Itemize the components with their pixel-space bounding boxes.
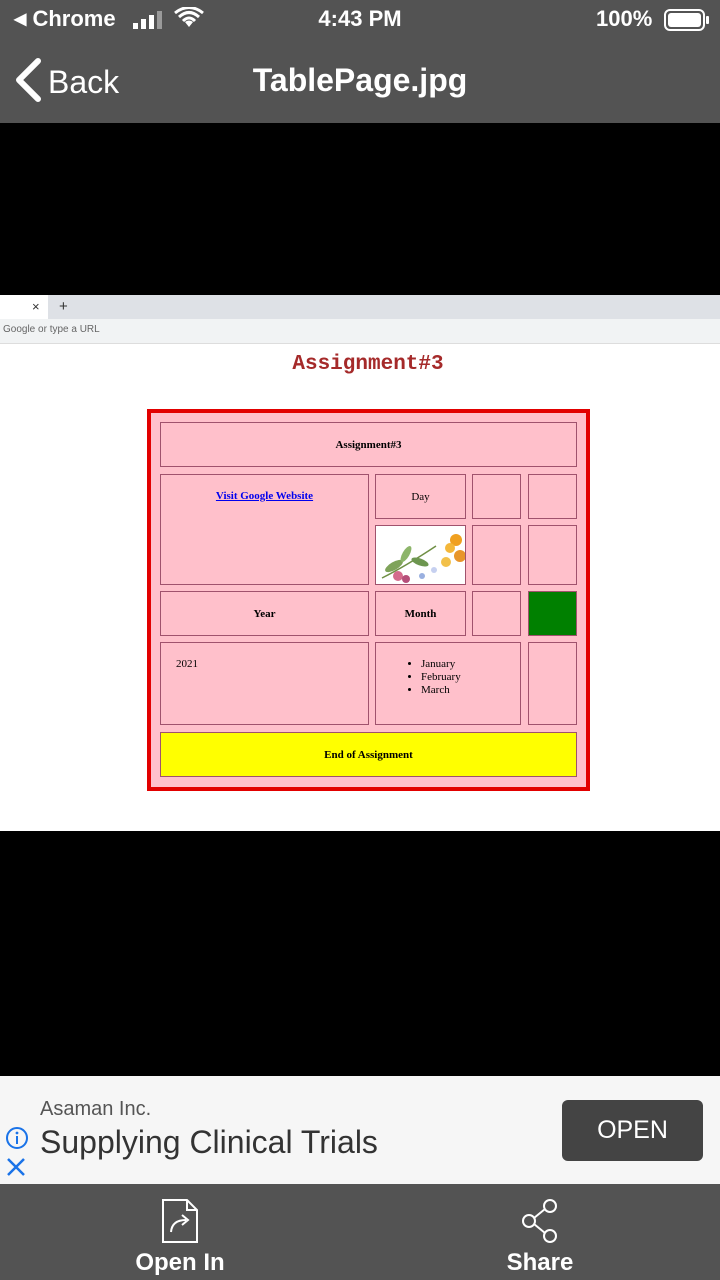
battery-percent: 100%: [596, 6, 653, 31]
year-value: 2021: [176, 658, 198, 670]
assignment-table: Assignment#3 Visit Google Website Day Ye…: [147, 409, 590, 791]
empty-cell: [528, 642, 577, 725]
open-in-icon: [160, 1199, 200, 1248]
empty-cell: [472, 474, 521, 519]
list-item: January: [421, 658, 461, 671]
share-label: Share: [506, 1249, 574, 1276]
empty-cell: [472, 525, 521, 585]
bottom-toolbar: Open In Share: [0, 1184, 720, 1280]
day-cell: Day: [375, 474, 466, 519]
image-content: × + Google or type a URL Assignment#3 As…: [0, 295, 720, 831]
month-header-cell: Month: [375, 591, 466, 636]
open-in-button[interactable]: Open In: [100, 1198, 260, 1277]
ad-advertiser: Asaman Inc.: [40, 1098, 152, 1120]
months-list: January February March: [376, 658, 461, 697]
ad-headline[interactable]: Supplying Clinical Trials: [40, 1124, 378, 1161]
page-title: TablePage.jpg: [252, 62, 468, 98]
new-tab-icon: +: [59, 298, 68, 315]
list-item: March: [421, 684, 461, 697]
months-cell: January February March: [375, 642, 521, 725]
share-button[interactable]: Share: [460, 1198, 620, 1277]
info-icon[interactable]: [5, 1126, 29, 1155]
list-item: February: [421, 671, 461, 684]
status-bar: ◀ Chrome 4:43 PM 100%: [0, 0, 720, 40]
table-header-cell: Assignment#3: [160, 422, 577, 467]
ad-open-button[interactable]: OPEN: [562, 1100, 703, 1161]
empty-cell: [528, 474, 577, 519]
browser-tab: ×: [0, 295, 48, 319]
year-header-cell: Year: [160, 591, 369, 636]
year-value-cell: 2021: [160, 642, 369, 725]
empty-cell: [472, 591, 521, 636]
battery-icon: [664, 9, 710, 36]
footer-cell: End of Assignment: [160, 732, 577, 777]
browser-tab-strip: × +: [0, 295, 720, 319]
empty-cell: [528, 525, 577, 585]
google-link[interactable]: Visit Google Website: [161, 490, 368, 502]
page-heading: Assignment#3: [292, 353, 444, 376]
green-cell: [528, 591, 577, 636]
share-icon: [520, 1199, 560, 1248]
browser-url-bar: Google or type a URL: [0, 319, 720, 344]
ad-banner[interactable]: Asaman Inc. Supplying Clinical Trials OP…: [0, 1076, 720, 1184]
nav-bar: Back TablePage.jpg: [0, 40, 720, 123]
tab-close-icon: ×: [32, 299, 40, 314]
url-placeholder: Google or type a URL: [3, 324, 100, 335]
close-icon[interactable]: [5, 1156, 27, 1183]
link-cell: Visit Google Website: [160, 474, 369, 585]
flower-image: [381, 534, 465, 583]
flower-image-cell: [375, 525, 466, 585]
open-in-label: Open In: [135, 1249, 225, 1276]
